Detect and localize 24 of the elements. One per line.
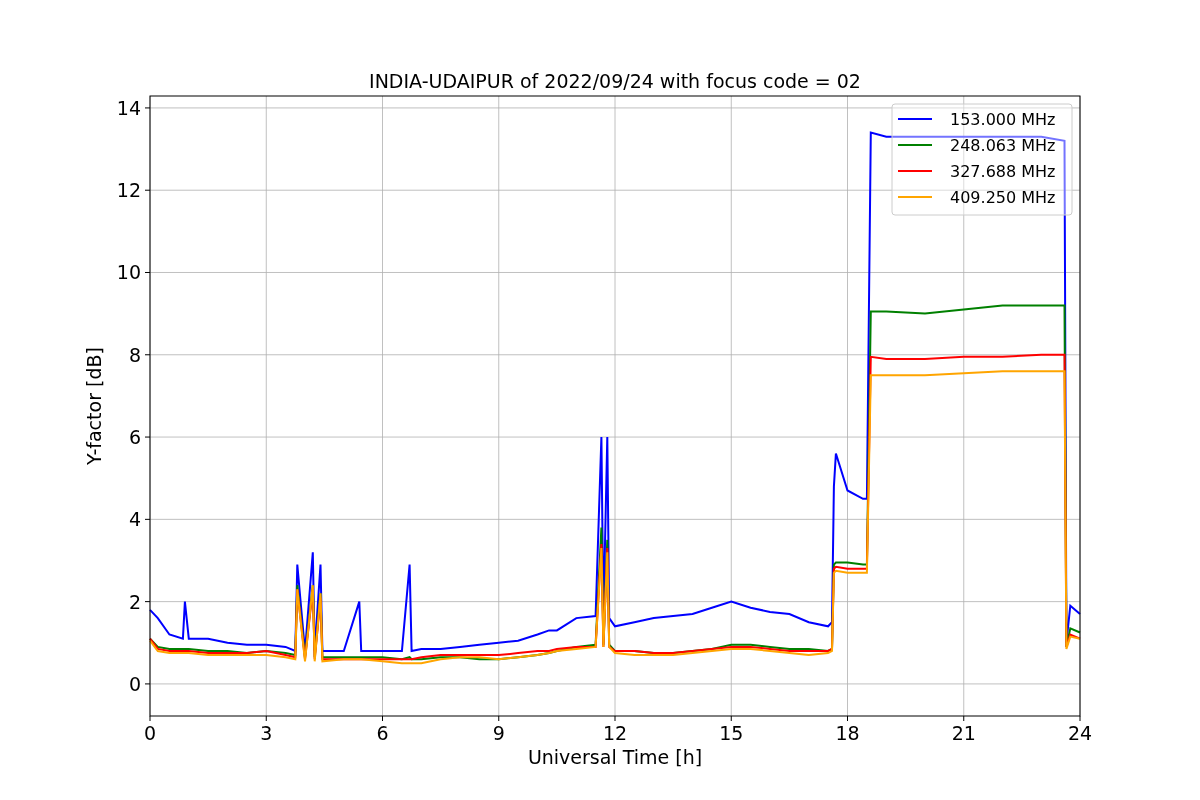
tick-label: 10 (116, 261, 141, 284)
tick-label: 6 (376, 722, 389, 744)
tick-label: 21 (951, 722, 976, 744)
chart-title: INDIA-UDAIPUR of 2022/09/24 with focus code = 02 (369, 70, 861, 92)
tick-label: 0 (128, 672, 141, 695)
tick-label: 15 (719, 722, 744, 744)
legend-label: 153.000 MHz (950, 110, 1056, 129)
tick-label: 0 (143, 722, 157, 744)
legend-label: 248.063 MHz (950, 136, 1056, 155)
tick-label: 2 (128, 590, 141, 613)
tick-label: 6 (128, 426, 141, 449)
tick-label: 24 (1067, 722, 1093, 744)
tick-label: 18 (835, 722, 860, 744)
tick-label: 4 (128, 508, 141, 531)
tick-label: 9 (492, 722, 505, 744)
tick-label: 3 (260, 722, 273, 744)
axis-label: Universal Time [h] (527, 746, 703, 768)
tick-label: 14 (116, 96, 141, 119)
tick-label: 12 (602, 722, 628, 744)
legend-label: 409.250 MHz (950, 188, 1056, 207)
tick-label: 8 (128, 343, 141, 366)
tick-label: 12 (116, 179, 141, 202)
legend-label: 327.688 MHz (950, 162, 1056, 181)
axis-label: Y-factor [dB] (83, 347, 105, 465)
